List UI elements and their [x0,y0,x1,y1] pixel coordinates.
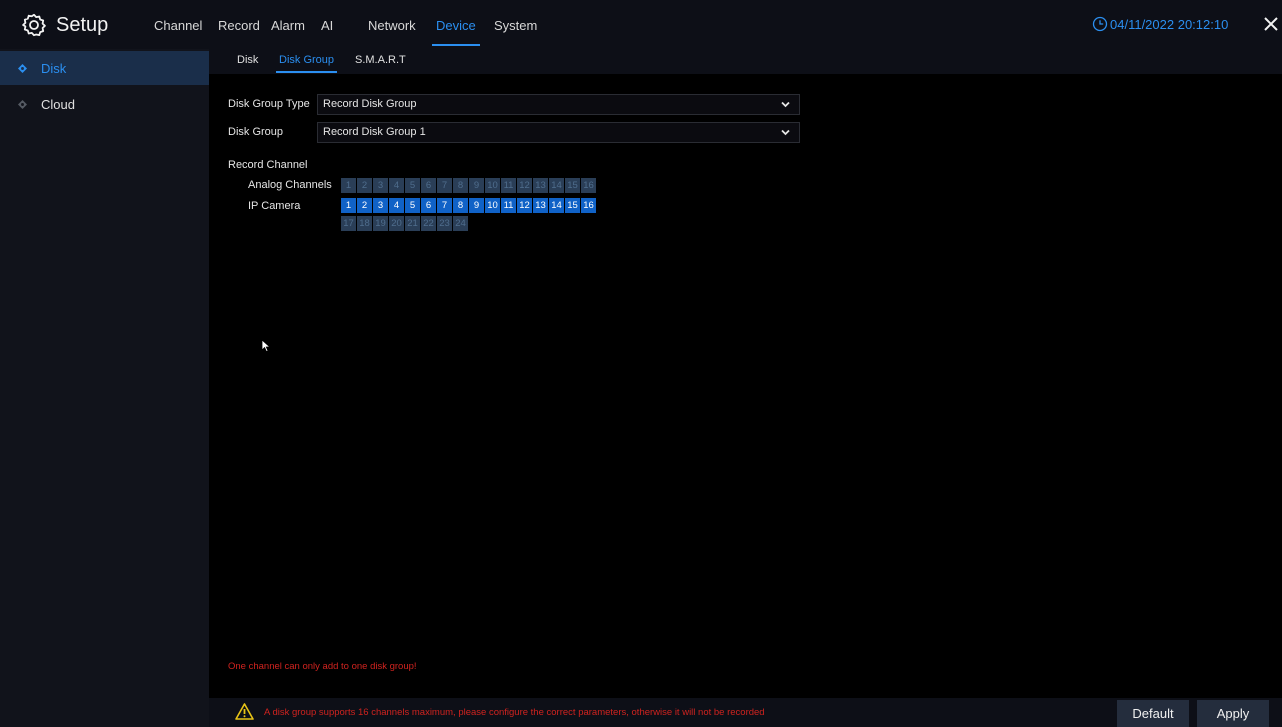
channel-checkbox[interactable]: 7 [437,198,452,213]
sidebar-item-disk[interactable]: Disk [0,51,209,85]
channel-checkbox[interactable]: 11 [501,198,516,213]
disk-group-type-value: Record Disk Group [323,98,417,110]
channel-checkbox[interactable]: 7 [437,178,452,193]
analog-channels-label: Analog Channels [248,179,332,191]
warning-icon [235,703,254,720]
sidebar: Disk Cloud [0,49,209,727]
apply-button[interactable]: Apply [1197,700,1269,727]
ip-camera-label: IP Camera [248,200,301,212]
channel-checkbox[interactable]: 12 [517,198,532,213]
channel-checkbox[interactable]: 6 [421,198,436,213]
ip-channel-row-1: 1 2 3 4 5 6 7 8 9 10 11 12 13 14 15 16 [341,198,597,213]
channel-checkbox[interactable]: 2 [357,178,372,193]
channel-checkbox[interactable]: 1 [341,178,356,193]
channel-checkbox[interactable]: 4 [389,178,404,193]
datetime-display: 04/11/2022 20:12:10 [1092,16,1228,32]
channel-note: One channel can only add to one disk gro… [228,661,417,672]
channel-checkbox[interactable]: 15 [565,198,580,213]
disk-group-value: Record Disk Group 1 [323,126,426,138]
warning-text: A disk group supports 16 channels maximu… [264,707,765,718]
setup-label: Setup [56,13,109,36]
channel-checkbox[interactable]: 9 [469,198,484,213]
analog-channel-row: 1 2 3 4 5 6 7 8 9 10 11 12 13 14 15 16 [341,178,597,193]
channel-checkbox[interactable]: 16 [581,178,596,193]
default-button[interactable]: Default [1117,700,1189,727]
sidebar-item-cloud[interactable]: Cloud [0,87,209,121]
channel-checkbox[interactable]: 3 [373,178,388,193]
nav-record[interactable]: Record [218,0,260,45]
channel-checkbox[interactable]: 20 [389,216,404,231]
setup-title: Setup [22,10,108,40]
channel-checkbox[interactable]: 13 [533,178,548,193]
diamond-bullet-icon [18,63,27,73]
mouse-cursor-icon [261,339,271,353]
ip-channel-row-2: 17 18 19 20 21 22 23 24 [341,216,469,231]
channel-checkbox[interactable]: 22 [421,216,436,231]
channel-checkbox[interactable]: 14 [549,198,564,213]
channel-checkbox[interactable]: 3 [373,198,388,213]
channel-checkbox[interactable]: 17 [341,216,356,231]
channel-checkbox[interactable]: 8 [453,198,468,213]
channel-checkbox[interactable]: 5 [405,178,420,193]
channel-checkbox[interactable]: 1 [341,198,356,213]
channel-checkbox[interactable]: 4 [389,198,404,213]
top-bar: Setup Channel Record Alarm AI Network De… [0,0,1282,49]
sidebar-item-label: Disk [41,60,67,76]
gear-icon [22,13,46,37]
chevron-down-icon [781,129,790,136]
disk-group-type-label: Disk Group Type [228,98,310,110]
nav-system[interactable]: System [494,0,537,45]
channel-checkbox[interactable]: 10 [485,198,500,213]
channel-checkbox[interactable]: 5 [405,198,420,213]
disk-group-label: Disk Group [228,126,284,138]
channel-checkbox[interactable]: 24 [453,216,468,231]
channel-checkbox[interactable]: 10 [485,178,500,193]
disk-group-select[interactable]: Record Disk Group 1 [317,122,800,143]
tab-smart[interactable]: S.M.A.R.T [355,49,406,73]
disk-group-type-select[interactable]: Record Disk Group [317,94,800,115]
channel-checkbox[interactable]: 23 [437,216,452,231]
tab-disk[interactable]: Disk [237,49,258,73]
diamond-bullet-icon [18,99,27,109]
channel-checkbox[interactable]: 16 [581,198,596,213]
tab-disk-group[interactable]: Disk Group [275,49,338,73]
channel-checkbox[interactable]: 14 [549,178,564,193]
nav-ai[interactable]: AI [321,0,333,45]
datetime-text: 04/11/2022 20:12:10 [1110,16,1229,32]
clock-icon [1092,16,1108,32]
sub-tabs: Disk Disk Group S.M.A.R.T [209,49,1282,74]
channel-checkbox[interactable]: 12 [517,178,532,193]
channel-checkbox[interactable]: 8 [453,178,468,193]
close-icon[interactable] [1263,16,1279,32]
channel-checkbox[interactable]: 6 [421,178,436,193]
chevron-down-icon [781,101,790,108]
channel-checkbox[interactable]: 19 [373,216,388,231]
nav-device[interactable]: Device [432,0,480,46]
channel-checkbox[interactable]: 21 [405,216,420,231]
channel-checkbox[interactable]: 15 [565,178,580,193]
nav-network[interactable]: Network [368,0,416,45]
sidebar-item-label: Cloud [41,96,75,112]
record-channel-label: Record Channel [228,159,308,171]
nav-alarm[interactable]: Alarm [271,0,305,45]
channel-checkbox[interactable]: 11 [501,178,516,193]
channel-checkbox[interactable]: 9 [469,178,484,193]
nav-channel[interactable]: Channel [154,0,202,45]
channel-checkbox[interactable]: 13 [533,198,548,213]
channel-checkbox[interactable]: 18 [357,216,372,231]
channel-checkbox[interactable]: 2 [357,198,372,213]
